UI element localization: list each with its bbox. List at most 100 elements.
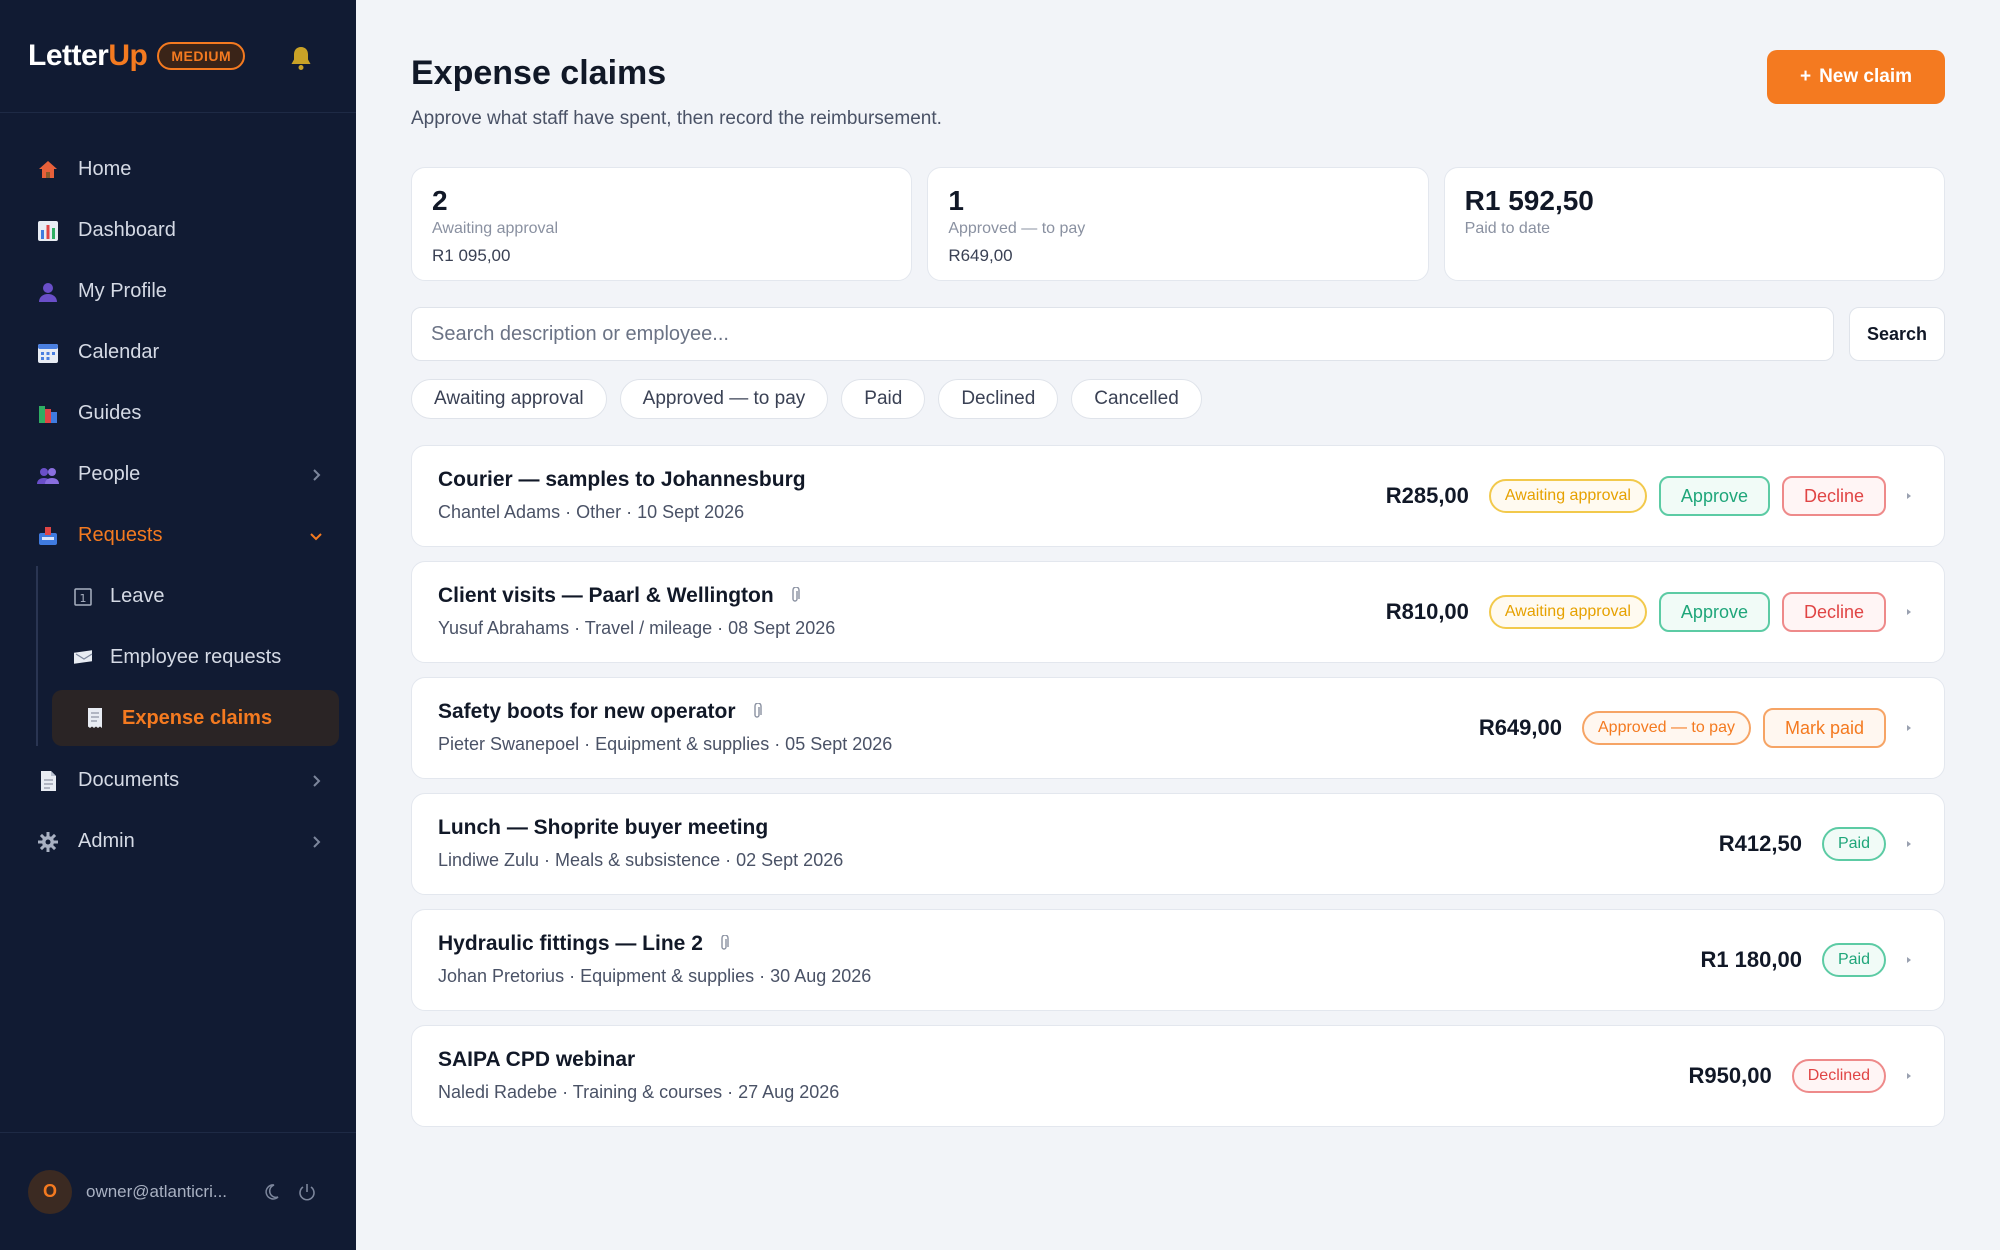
chevron-right-icon (308, 833, 324, 849)
stat-amount: R1 095,00 (432, 246, 511, 265)
sidebar-item-calendar[interactable]: Calendar (0, 322, 356, 383)
stat-label: Awaiting approval (432, 220, 559, 237)
filter-chip-cancelled[interactable]: Cancelled (1071, 379, 1202, 419)
filter-chip-paid[interactable]: Paid (841, 379, 926, 419)
sidebar-item-label: Guides (78, 402, 142, 424)
claim-amount: R285,00 (1385, 483, 1469, 508)
new-claim-label: New claim (1819, 66, 1913, 87)
claims-list: Courier — samples to Johannesburg Chante… (411, 445, 1945, 1141)
home-icon (36, 158, 60, 182)
sidebar-item-my-profile[interactable]: My Profile (0, 261, 356, 322)
sidebar-subitem-employee-requests[interactable]: Employee requests (38, 627, 356, 688)
sidebar-footer: O owner@atlanticri... (0, 1132, 356, 1250)
claim-actions: R950,00 Declined (1689, 1026, 1914, 1126)
expand-caret-icon[interactable] (1904, 955, 1914, 965)
stat-value: 2 (432, 185, 448, 216)
claim-amount: R649,00 (1478, 715, 1562, 740)
claim-row[interactable]: Lunch — Shoprite buyer meeting Lindiwe Z… (411, 793, 1945, 895)
power-icon[interactable] (296, 1181, 318, 1203)
claim-row[interactable]: Client visits — Paarl & Wellington Yusuf… (411, 561, 1945, 663)
claim-title-text: SAIPA CPD webinar (438, 1048, 636, 1071)
filter-chip-approved-to-pay[interactable]: Approved — to pay (619, 379, 829, 419)
logo-part-2: Up (108, 39, 148, 72)
svg-text:1: 1 (80, 592, 87, 605)
claim-actions: R1 180,00 Paid (1700, 910, 1914, 1010)
sidebar-subitem-label: Employee requests (110, 646, 282, 668)
bell-icon[interactable] (288, 44, 314, 72)
expand-caret-icon[interactable] (1904, 839, 1914, 849)
claim-meta: Naledi Radebe · Training & courses · 27 … (438, 1082, 840, 1102)
stat-value: 1 (948, 185, 964, 216)
expand-caret-icon[interactable] (1904, 723, 1914, 733)
chevron-down-icon (308, 527, 324, 543)
paperclip-icon (717, 935, 731, 953)
logo[interactable]: LetterUp (28, 39, 148, 73)
claim-row[interactable]: Hydraulic fittings — Line 2 Johan Pretor… (411, 909, 1945, 1011)
claim-amount: R412,50 (1718, 831, 1802, 856)
plus-icon: + (1799, 66, 1812, 87)
brand-header: LetterUp MEDIUM (0, 0, 356, 113)
sidebar-item-dashboard[interactable]: Dashboard (0, 200, 356, 261)
sidebar-nav: Home Dashboard My Profile Calendar Guide… (0, 113, 356, 872)
search-input[interactable] (411, 307, 1834, 361)
sidebar-subitem-expense-claims[interactable]: Expense claims (52, 690, 339, 746)
decline-button[interactable]: Decline (1781, 476, 1886, 516)
stat-card-paid: R1 592,50 Paid to date (1443, 167, 1945, 281)
approve-button[interactable]: Approve (1658, 476, 1770, 516)
status-badge: Approved — to pay (1582, 711, 1751, 745)
stat-label: Approved — to pay (948, 220, 1086, 237)
moon-icon[interactable] (260, 1181, 282, 1203)
filter-chip-declined[interactable]: Declined (938, 379, 1059, 419)
claim-row[interactable]: Courier — samples to Johannesburg Chante… (411, 445, 1945, 547)
sidebar-item-guides[interactable]: Guides (0, 383, 356, 444)
status-filters: Awaiting approval Approved — to pay Paid… (411, 379, 1202, 419)
requests-submenu: 1 Leave Employee requests Expense claims (36, 566, 356, 746)
stats-row: 2 Awaiting approval R1 095,00 1 Approved… (411, 167, 1945, 281)
chevron-right-icon (308, 466, 324, 482)
page-subtitle: Approve what staff have spent, then reco… (411, 108, 942, 129)
decline-button[interactable]: Decline (1781, 592, 1886, 632)
sidebar-item-label: Admin (78, 830, 135, 852)
gear-icon (36, 830, 60, 854)
claim-amount: R1 180,00 (1700, 947, 1802, 972)
sidebar-item-label: People (78, 463, 141, 485)
stat-card-awaiting: 2 Awaiting approval R1 095,00 (411, 167, 913, 281)
claim-meta: Chantel Adams · Other · 10 Sept 2026 (438, 502, 745, 522)
claim-title: Hydraulic fittings — Line 2 (438, 932, 731, 956)
approve-button[interactable]: Approve (1658, 592, 1770, 632)
sidebar-item-label: Home (78, 158, 132, 180)
new-claim-button[interactable]: + New claim (1767, 50, 1945, 104)
status-badge: Declined (1791, 1059, 1886, 1093)
sidebar-item-label: Calendar (78, 341, 160, 363)
sidebar-item-documents[interactable]: Documents (0, 750, 356, 811)
sidebar-item-label: Documents (78, 769, 180, 791)
avatar[interactable]: O (28, 1169, 72, 1214)
claim-title: Lunch — Shoprite buyer meeting (438, 816, 768, 840)
sidebar-subitem-label: Expense claims (122, 706, 273, 729)
claim-title: Client visits — Paarl & Wellington (438, 584, 802, 608)
sidebar-item-home[interactable]: Home (0, 139, 356, 200)
claim-title-text: Lunch — Shoprite buyer meeting (438, 816, 769, 839)
mark-paid-button[interactable]: Mark paid (1762, 708, 1886, 748)
expand-caret-icon[interactable] (1904, 491, 1914, 501)
claim-row[interactable]: Safety boots for new operator Pieter Swa… (411, 677, 1945, 779)
sidebar-item-people[interactable]: People (0, 444, 356, 505)
filter-chip-awaiting-approval[interactable]: Awaiting approval (411, 379, 607, 419)
stat-label: Paid to date (1464, 220, 1551, 237)
sidebar: LetterUp MEDIUM Home Dashboard My Profil… (0, 0, 356, 1250)
sidebar-item-admin[interactable]: Admin (0, 811, 356, 872)
search-button[interactable]: Search (1849, 307, 1945, 361)
sidebar-item-label: Requests (78, 524, 163, 546)
claim-meta: Lindiwe Zulu · Meals & subsistence · 02 … (438, 850, 844, 870)
inbox-icon (36, 524, 60, 548)
claim-title-text: Hydraulic fittings — Line 2 (438, 932, 703, 955)
claim-title-text: Courier — samples to Johannesburg (438, 468, 806, 491)
expand-caret-icon[interactable] (1904, 607, 1914, 617)
claim-amount: R950,00 (1688, 1063, 1772, 1088)
expand-caret-icon[interactable] (1904, 1071, 1914, 1081)
sidebar-subitem-leave[interactable]: 1 Leave (38, 566, 356, 627)
logo-part-1: Letter (28, 39, 109, 72)
status-badge: Paid (1821, 827, 1886, 861)
claim-row[interactable]: SAIPA CPD webinar Naledi Radebe · Traini… (411, 1025, 1945, 1127)
sidebar-item-requests[interactable]: Requests (0, 505, 356, 566)
